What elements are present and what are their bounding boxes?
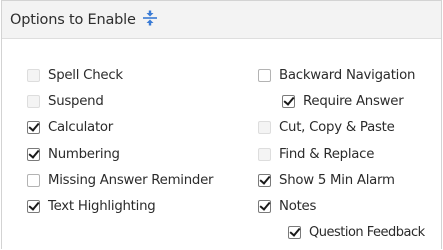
- option-require-answer[interactable]: Require Answer: [282, 92, 404, 110]
- panel-header: Options to Enable: [2, 1, 441, 39]
- option-cut-copy-paste[interactable]: Cut, Copy & Paste: [258, 118, 395, 136]
- show-5-min-alarm-checkbox[interactable]: [258, 173, 271, 187]
- option-notes[interactable]: Notes: [258, 197, 316, 215]
- option-suspend[interactable]: Suspend: [27, 92, 104, 110]
- option-show-5-min-alarm[interactable]: Show 5 Min Alarm: [258, 171, 395, 189]
- find-replace-checkbox[interactable]: [258, 147, 271, 161]
- option-label: Suspend: [48, 93, 104, 109]
- option-label: Numbering: [48, 146, 120, 162]
- require-answer-checkbox[interactable]: [282, 94, 295, 108]
- option-label: Missing Answer Reminder: [48, 172, 214, 188]
- option-label: Show 5 Min Alarm: [279, 172, 395, 188]
- option-label: Cut, Copy & Paste: [279, 119, 395, 135]
- option-backward-navigation[interactable]: Backward Navigation: [258, 66, 415, 84]
- option-spell-check[interactable]: Spell Check: [27, 66, 123, 84]
- option-calculator[interactable]: Calculator: [27, 118, 113, 136]
- cut-copy-paste-checkbox[interactable]: [258, 120, 271, 134]
- notes-checkbox[interactable]: [258, 199, 271, 213]
- option-text-highlighting[interactable]: Text Highlighting: [27, 197, 156, 215]
- option-question-feedback[interactable]: Question Feedback: [288, 223, 425, 241]
- option-numbering[interactable]: Numbering: [27, 145, 120, 163]
- collapse-vertical-icon[interactable]: [142, 10, 158, 26]
- missing-answer-reminder-checkbox[interactable]: [27, 173, 40, 187]
- numbering-checkbox[interactable]: [27, 147, 40, 161]
- option-label: Spell Check: [48, 67, 123, 83]
- option-missing-answer-reminder[interactable]: Missing Answer Reminder: [27, 171, 214, 189]
- option-label: Find & Replace: [279, 146, 375, 162]
- spell-check-checkbox[interactable]: [27, 68, 40, 82]
- panel-title: Options to Enable: [10, 11, 136, 28]
- backward-navigation-checkbox[interactable]: [258, 68, 271, 82]
- question-feedback-checkbox[interactable]: [288, 225, 301, 239]
- text-highlighting-checkbox[interactable]: [27, 199, 40, 213]
- option-label: Notes: [279, 198, 317, 214]
- calculator-checkbox[interactable]: [27, 120, 40, 134]
- suspend-checkbox[interactable]: [27, 94, 40, 108]
- option-label: Require Answer: [303, 93, 404, 109]
- option-find-replace[interactable]: Find & Replace: [258, 145, 374, 163]
- option-label: Question Feedback: [309, 224, 425, 240]
- option-label: Text Highlighting: [48, 198, 156, 214]
- option-label: Backward Navigation: [279, 67, 416, 83]
- option-label: Calculator: [48, 119, 114, 135]
